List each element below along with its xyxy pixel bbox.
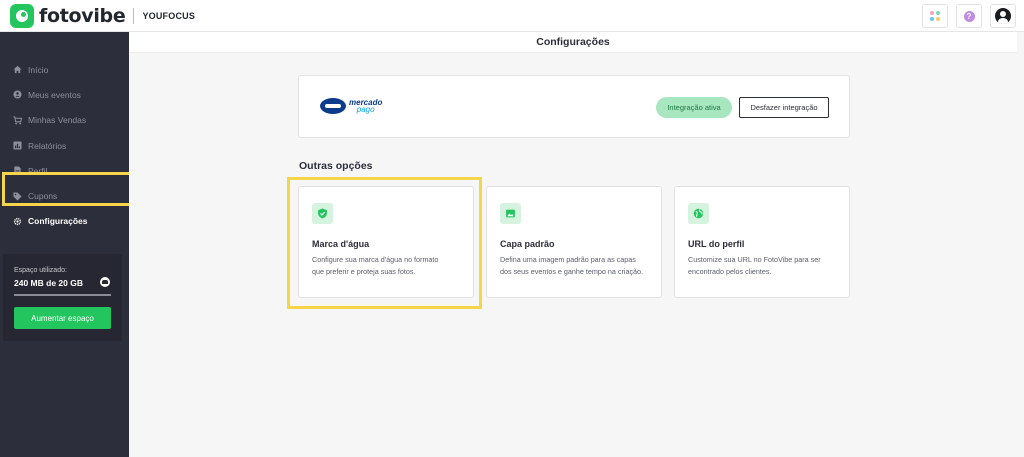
top-actions: ? (922, 4, 1016, 28)
logo-text: fotovibe (39, 4, 126, 27)
reports-icon (13, 141, 22, 150)
option-description: Defina uma imagem padrão para as capas d… (500, 254, 643, 277)
home-icon (13, 65, 22, 74)
cloud-upload-icon (100, 277, 110, 287)
other-options-title: Outras opções (299, 160, 373, 172)
apps-button[interactable] (922, 4, 948, 28)
sidebar-item-label: Minhas Vendas (28, 115, 87, 126)
sidebar-item-label: Relatórios (28, 140, 67, 151)
storage-label: Espaço utilizado: (14, 267, 67, 274)
storage-value: 240 MB de 20 GB (14, 278, 83, 288)
profile-url-option-card[interactable]: URL do perfil Customize sua URL no FotoV… (674, 186, 850, 298)
brand-name: YOUFOCUS (142, 10, 196, 21)
option-description-line: encontrado pelos clientes. (688, 266, 772, 276)
main-content: Configurações mercado pago Integração at… (129, 32, 1024, 457)
handshake-icon (320, 98, 346, 114)
option-description-line: dos seus eventos e ganhe tempo na criaçã… (500, 266, 644, 276)
sidebar-item-label: Meus eventos (28, 89, 81, 100)
storage-panel: Espaço utilizado: 240 MB de 20 GB Aument… (3, 254, 122, 341)
sidebar-item-label: Início (28, 64, 49, 75)
help-button[interactable]: ? (956, 4, 982, 28)
option-description-line: Defina uma imagem padrão para as capas (500, 255, 636, 264)
top-bar: fotovibe YOUFOCUS ? (0, 0, 1024, 32)
logo[interactable]: fotovibe YOUFOCUS (10, 3, 196, 28)
option-description: Customize sua URL no FotoVibe para ser e… (688, 254, 821, 277)
help-icon: ? (963, 10, 975, 22)
integration-status-badge: Integração ativa (656, 97, 732, 118)
logo-separator (133, 7, 135, 24)
user-avatar-icon (995, 8, 1011, 24)
increase-storage-button[interactable]: Aumentar espaço (14, 307, 111, 329)
sidebar-item-label: Configurações (28, 216, 88, 227)
gear-icon (13, 217, 22, 226)
undo-integration-button[interactable]: Desfazer integração (739, 97, 829, 118)
page-header: Configurações (129, 32, 1017, 53)
highlight-box-nav (2, 172, 139, 206)
mp-logo-line2: pago (356, 105, 375, 114)
highlight-box-card (287, 177, 482, 309)
mercadopago-integration-card: mercado pago Integração ativa Desfazer i… (298, 75, 850, 138)
mercadopago-logo: mercado pago (320, 98, 382, 114)
apps-grid-icon (930, 11, 940, 21)
sidebar-item-configuracoes[interactable]: Configurações (0, 209, 129, 234)
image-icon (500, 203, 521, 224)
storage-progress-bar (14, 294, 111, 296)
user-menu-button[interactable] (990, 4, 1016, 28)
sidebar-item-minhas-vendas[interactable]: Minhas Vendas (0, 108, 129, 133)
page-title: Configurações (536, 36, 610, 48)
sidebar-item-inicio[interactable]: Início (0, 57, 129, 82)
sidebar-nav: Início Meus eventos Minhas Vendas Relató… (0, 57, 129, 234)
sidebar-item-relatorios[interactable]: Relatórios (0, 133, 129, 158)
cart-icon (13, 116, 22, 125)
default-cover-option-card[interactable]: Capa padrão Defina uma imagem padrão par… (486, 186, 662, 298)
sidebar-item-meus-eventos[interactable]: Meus eventos (0, 82, 129, 107)
fotovibe-logo-icon (10, 3, 34, 28)
option-title: URL do perfil (688, 239, 745, 249)
sidebar: Início Meus eventos Minhas Vendas Relató… (0, 32, 129, 457)
option-title: Capa padrão (500, 239, 555, 249)
option-description-line: Customize sua URL no FotoVibe para ser (688, 255, 821, 264)
events-icon (13, 90, 22, 99)
globe-icon (688, 203, 709, 224)
